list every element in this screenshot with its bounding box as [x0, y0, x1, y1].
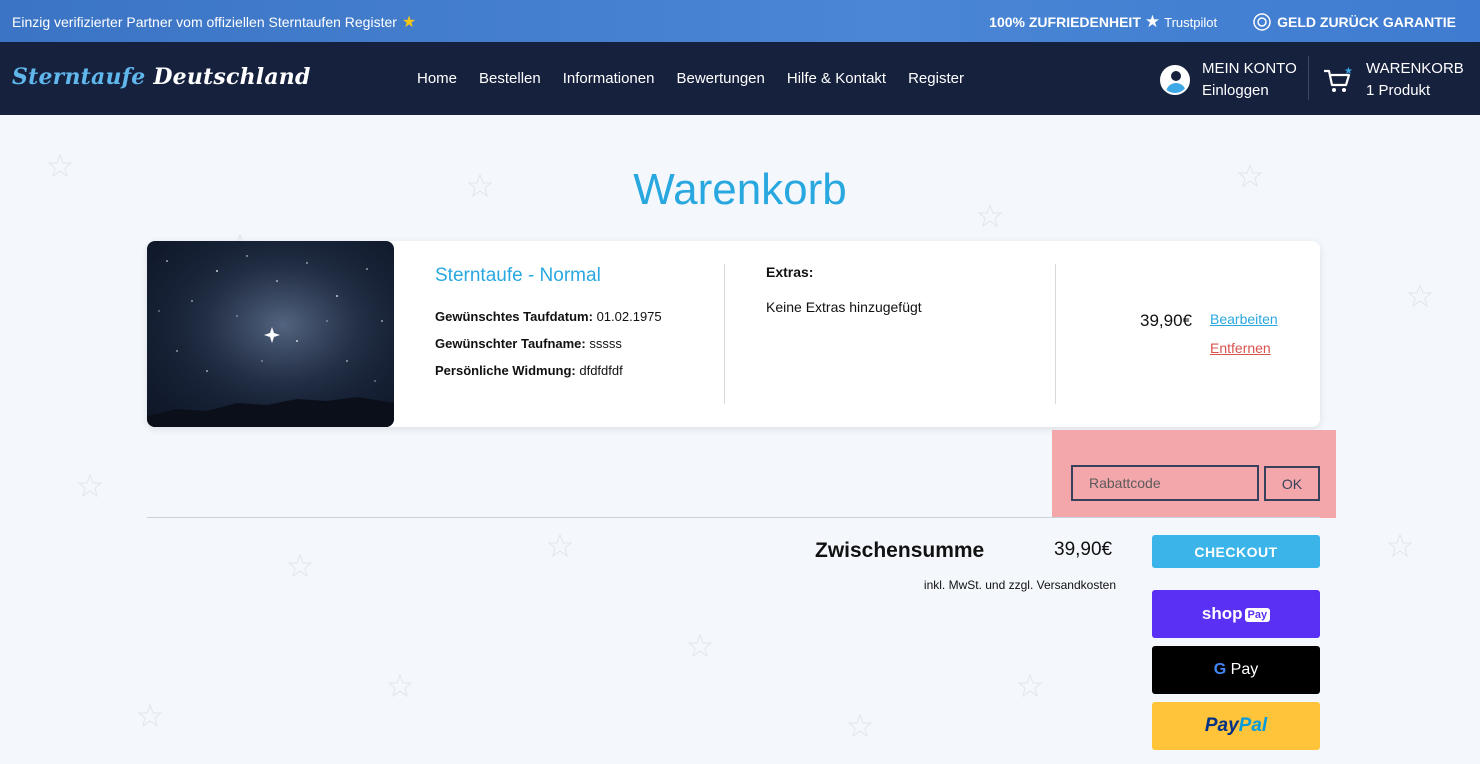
google-pay-text: Pay: [1230, 661, 1259, 678]
satisfaction-badge: 100% ZUFRIEDENHEIT ★ Trustpilot: [989, 12, 1217, 32]
guarantee-badge: GELD ZURÜCK GARANTIE: [1253, 13, 1456, 31]
cart-item-card: Sterntaufe - Normal Gewünschtes Taufdatu…: [147, 241, 1320, 427]
guarantee-seal-icon: [1253, 13, 1271, 31]
shopping-cart-icon: ★: [1324, 66, 1352, 92]
card-divider: [724, 264, 725, 404]
extras-label: Extras:: [766, 264, 814, 280]
dedication-label: Persönliche Widmung:: [435, 363, 576, 378]
account-login: Einloggen: [1202, 82, 1269, 99]
nav-register[interactable]: Register: [908, 70, 964, 87]
coupon-code-input[interactable]: [1071, 465, 1259, 501]
logo-part1: Sterntaufe: [12, 64, 146, 90]
extras-value: Keine Extras hinzugefügt: [766, 299, 922, 315]
product-details: Gewünschtes Taufdatum: 01.02.1975 Gewüns…: [435, 303, 662, 384]
satisfaction-text: 100% ZUFRIEDENHEIT: [989, 14, 1141, 30]
product-name: Sterntaufe - Normal: [435, 265, 601, 286]
star-name-label: Gewünschter Taufname:: [435, 336, 586, 351]
cart-title: WARENKORB: [1366, 60, 1464, 77]
account-link[interactable]: MEIN KONTO Einloggen: [1160, 58, 1297, 102]
date-value: 01.02.1975: [596, 309, 662, 324]
product-image: [147, 241, 394, 427]
paypal-logo-part1: Pay: [1204, 715, 1239, 736]
dedication-value: dfdfdfdf: [579, 363, 623, 378]
nav-informationen[interactable]: Informationen: [563, 70, 655, 87]
trustpilot-logo: Trustpilot: [1164, 14, 1218, 30]
edit-link[interactable]: Bearbeiten: [1210, 311, 1278, 327]
section-divider: [147, 517, 1320, 518]
remove-link[interactable]: Entfernen: [1210, 340, 1271, 356]
trustpilot-star-icon: ★: [1144, 12, 1161, 31]
date-label: Gewünschtes Taufdatum:: [435, 309, 593, 324]
cart-link[interactable]: ★ WARENKORB 1 Produkt: [1322, 58, 1464, 102]
google-pay-button[interactable]: G Pay: [1152, 646, 1320, 694]
main-nav: Home Bestellen Informationen Bewertungen…: [417, 70, 964, 87]
nav-bestellen[interactable]: Bestellen: [479, 70, 541, 87]
logo-part2: Deutschland: [153, 64, 311, 90]
shop-pay-badge: Pay: [1244, 607, 1271, 622]
star-name-value: sssss: [589, 336, 622, 351]
site-header: Sterntaufe Deutschland Home Bestellen In…: [0, 42, 1480, 115]
promo-bar: Einzig verifizierter Partner vom offizie…: [0, 0, 1480, 42]
star-icon: ★: [401, 14, 417, 31]
tax-note: inkl. MwSt. und zzgl. Versandkosten: [923, 578, 1116, 592]
google-g-icon: G: [1213, 661, 1227, 678]
item-price: 39,90€: [1140, 311, 1192, 330]
night-sky-image: [147, 241, 394, 427]
partner-notice: Einzig verifizierter Partner vom offizie…: [12, 12, 416, 32]
subtotal-value: 39,90€: [1054, 539, 1113, 560]
partner-text: Einzig verifizierter Partner vom offizie…: [12, 14, 397, 30]
svg-text:★: ★: [1344, 66, 1352, 77]
checkout-button[interactable]: CHECKOUT: [1152, 535, 1320, 568]
paypal-button[interactable]: PayPal: [1152, 702, 1320, 750]
account-title: MEIN KONTO: [1202, 60, 1297, 77]
coupon-apply-button[interactable]: OK: [1264, 466, 1320, 501]
cart-count: 1 Produkt: [1366, 82, 1431, 99]
card-divider: [1055, 264, 1056, 404]
page-title: Warenkorb: [633, 165, 847, 214]
header-divider: [1308, 56, 1309, 100]
nav-bewertungen[interactable]: Bewertungen: [676, 70, 764, 87]
shop-pay-button[interactable]: shop Pay: [1152, 590, 1320, 638]
nav-hilfe-kontakt[interactable]: Hilfe & Kontakt: [787, 70, 886, 87]
site-logo[interactable]: Sterntaufe Deutschland: [12, 64, 311, 90]
user-avatar-icon: [1160, 65, 1190, 95]
nav-home[interactable]: Home: [417, 70, 457, 87]
shop-pay-logo-text: shop: [1201, 604, 1243, 623]
paypal-logo-part2: Pal: [1238, 715, 1268, 736]
guarantee-text: GELD ZURÜCK GARANTIE: [1277, 14, 1456, 30]
subtotal-label: Zwischensumme: [815, 539, 985, 562]
